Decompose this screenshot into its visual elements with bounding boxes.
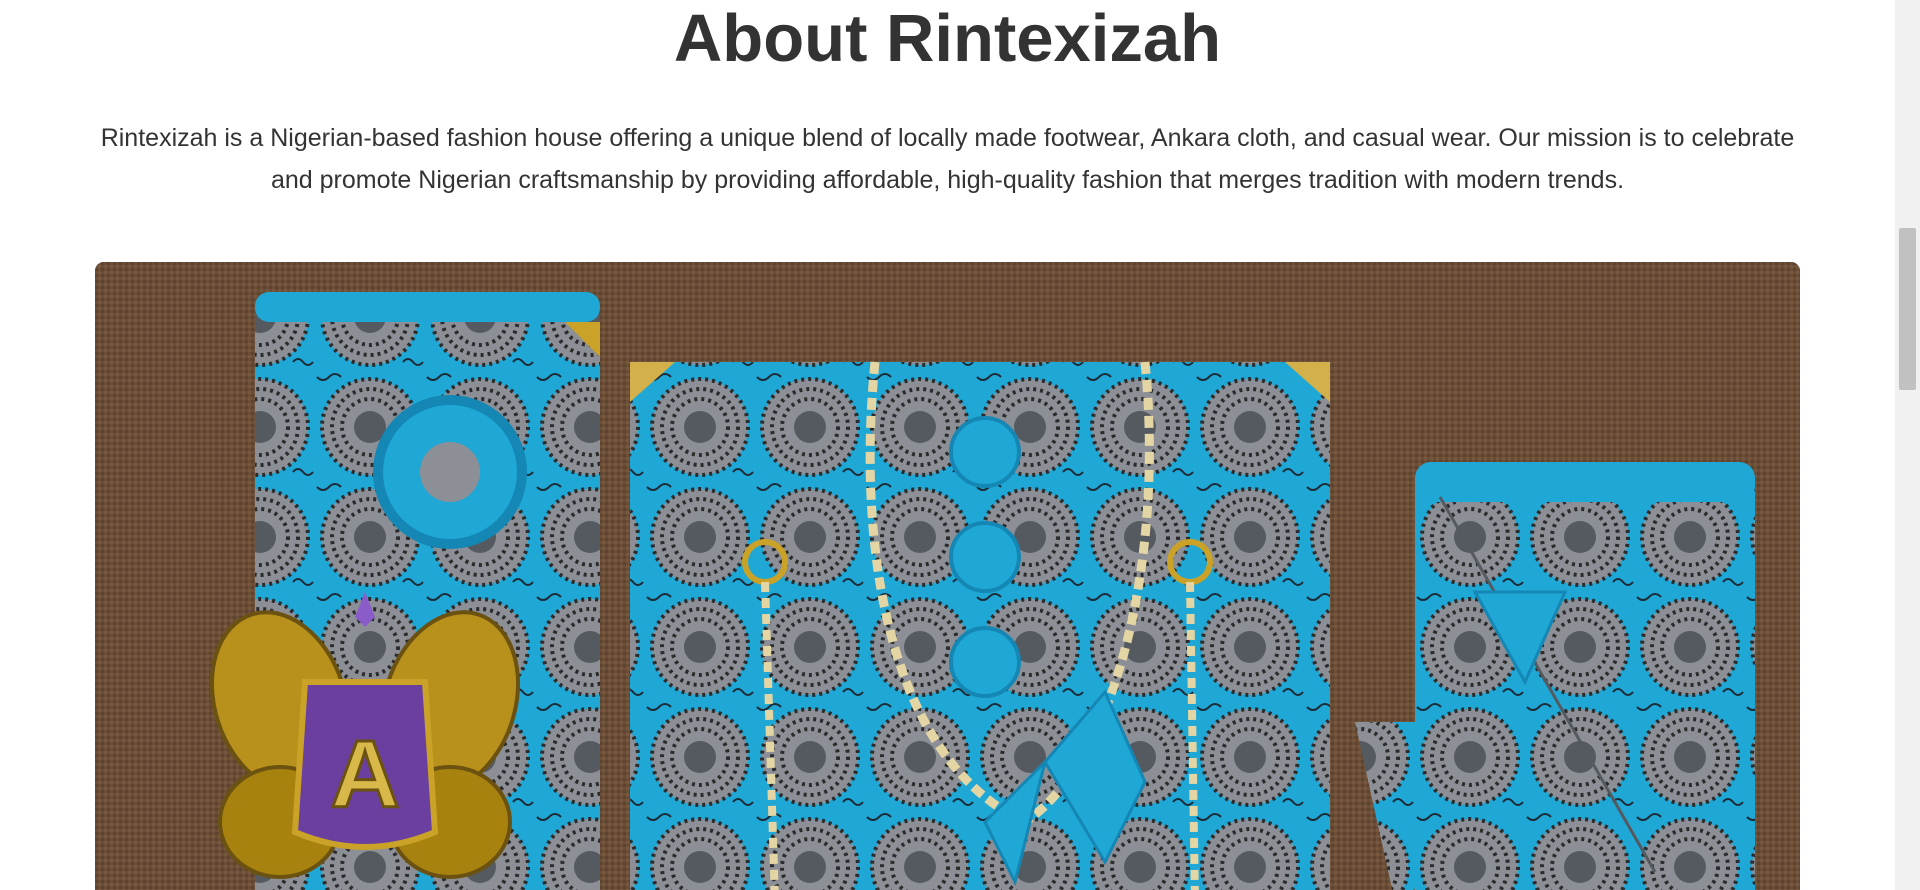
right-clutch — [1355, 462, 1755, 890]
about-section: About Rintexizah Rintexizah is a Nigeria… — [0, 0, 1895, 890]
logo-letter: A — [330, 721, 399, 828]
browser-viewport: About Rintexizah Rintexizah is a Nigeria… — [0, 0, 1920, 890]
page-scrollbar[interactable] — [1895, 0, 1920, 890]
page-title: About Rintexizah — [673, 1, 1222, 76]
ankara-bags-photo: A — [95, 262, 1800, 890]
hero-image: A — [95, 262, 1800, 890]
scrollbar-thumb[interactable] — [1899, 228, 1916, 390]
center-handbag — [630, 361, 1330, 890]
mission-paragraph: Rintexizah is a Nigerian-based fashion h… — [100, 124, 1795, 194]
